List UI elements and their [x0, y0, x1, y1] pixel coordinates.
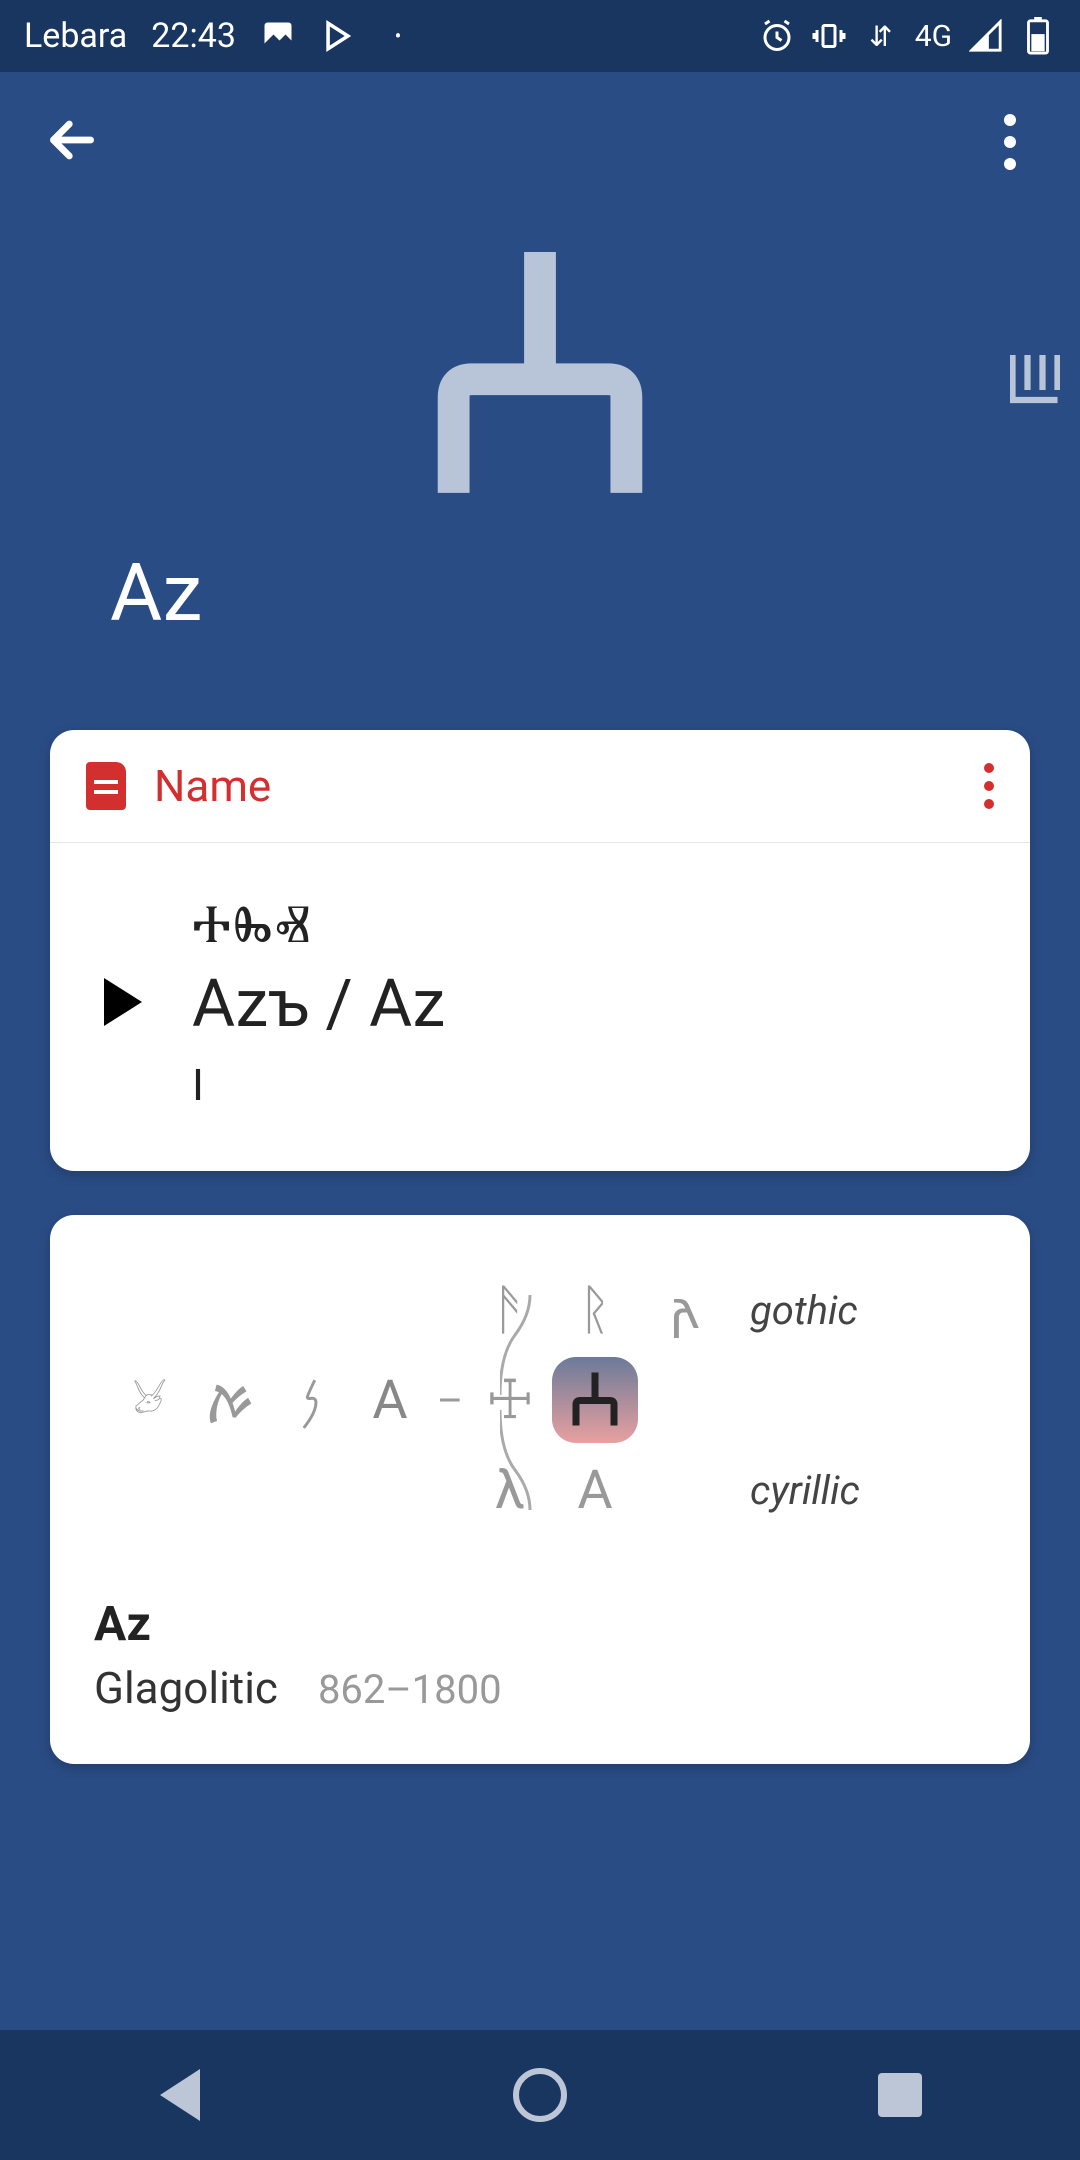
evolution-diagram: ᚫ ᚱ 𐌰 gothic 𓃾 ࠀ 𐤍 А – ☩	[110, 1265, 970, 1535]
more-button[interactable]	[980, 112, 1040, 172]
alarm-icon	[759, 18, 795, 54]
signal-icon	[968, 18, 1004, 54]
glyph-proto-1: ࠀ	[205, 1363, 255, 1437]
vibrate-icon	[811, 18, 847, 54]
glyph-gothic-2: ᚱ	[579, 1279, 611, 1342]
nav-home-button[interactable]	[510, 2065, 570, 2125]
clock-label: 22:43	[151, 16, 236, 56]
hero: Az	[0, 212, 1080, 700]
evolution-name: Az	[94, 1595, 970, 1652]
name-latin: Azъ / Az	[192, 966, 445, 1043]
label-gothic: gothic	[730, 1287, 858, 1334]
side-glyph	[1010, 352, 1060, 412]
photos-icon	[260, 18, 296, 54]
name-meaning: I	[192, 1053, 445, 1111]
glyph-proto-2: 𐤍	[300, 1369, 321, 1432]
back-button[interactable]	[40, 108, 104, 176]
glyph-ox: 𓃾	[133, 1364, 168, 1436]
glyph-a: А	[372, 1369, 407, 1432]
evolution-dates: 862–1800	[318, 1666, 502, 1713]
battery-icon	[1020, 18, 1056, 54]
card-more-button[interactable]	[984, 763, 994, 809]
status-bar: Lebara 22:43 • ⇵ 4G	[0, 0, 1080, 72]
play-icon	[320, 18, 356, 54]
label-cyrillic: cyrillic	[730, 1467, 860, 1514]
glyph-dash: –	[437, 1377, 463, 1424]
card-header: Name	[50, 730, 1030, 843]
card-title: Name	[154, 760, 271, 812]
dot-icon: •	[380, 18, 416, 54]
nav-recent-button[interactable]	[870, 2065, 930, 2125]
document-icon	[86, 762, 126, 810]
evolution-card[interactable]: ᚫ ᚱ 𐌰 gothic 𓃾 ࠀ 𐤍 А – ☩	[50, 1215, 1030, 1764]
hero-glyph	[100, 252, 980, 506]
navigation-bar	[0, 2030, 1080, 2160]
name-glagolitic: ⰀⰈⰟ	[192, 893, 445, 956]
page-title: Az	[100, 546, 980, 640]
glyph-gothic-3: 𐌰	[671, 1279, 699, 1342]
network-label: 4G	[915, 19, 952, 54]
play-audio-button[interactable]	[104, 978, 142, 1026]
evolution-script: Glagolitic	[94, 1662, 278, 1714]
glyph-cyr-2: А	[577, 1459, 612, 1522]
data-icon: ⇵	[863, 18, 899, 54]
name-card: Name ⰀⰈⰟ Azъ / Az I	[50, 730, 1030, 1171]
nav-back-button[interactable]	[150, 2065, 210, 2125]
carrier-label: Lebara	[24, 16, 127, 56]
app-bar	[0, 72, 1080, 212]
